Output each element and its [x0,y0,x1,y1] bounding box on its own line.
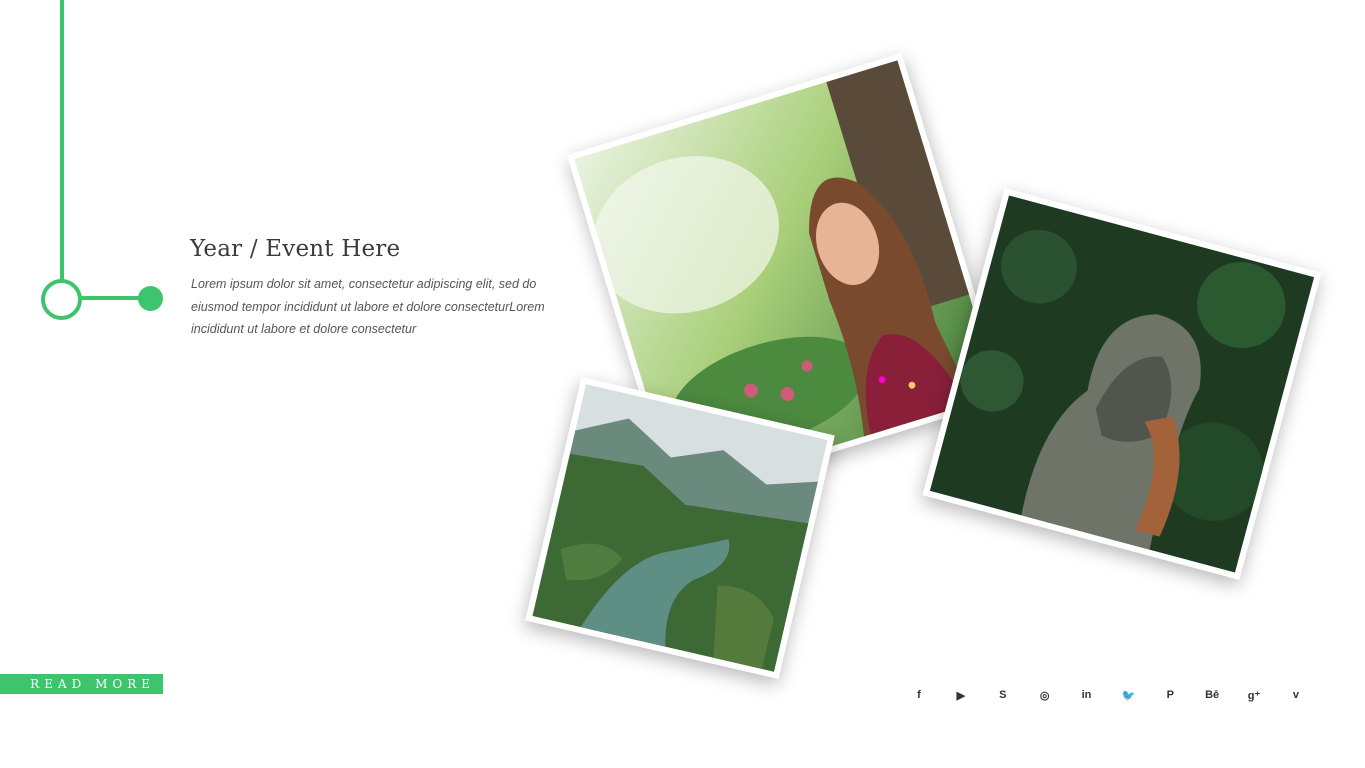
instagram-icon[interactable]: ◎ [1031,685,1059,705]
event-description: Lorem ipsum dolor sit amet, consectetur … [191,277,545,336]
timeline-ring-marker [41,279,82,320]
facebook-icon[interactable]: f [905,685,933,705]
read-more-button[interactable]: READ MORE [0,674,163,694]
event-title: Year / Event Here [190,236,401,262]
behance-icon[interactable]: Bē [1198,685,1226,705]
pinterest-icon[interactable]: P [1156,685,1184,705]
person-in-grey-hood-photo [922,187,1322,581]
twitter-icon[interactable]: 🐦 [1114,685,1142,705]
google-plus-icon[interactable]: g⁺ [1240,685,1268,705]
timeline-dot-marker [138,286,163,311]
vimeo-icon[interactable]: v [1282,685,1310,705]
youtube-icon[interactable]: ▶ [947,685,975,705]
timeline-line [60,0,64,280]
timeline-connector [80,296,142,300]
social-links: f ▶ S ◎ in 🐦 P Bē g⁺ v [905,685,1310,705]
linkedin-icon[interactable]: in [1073,685,1101,705]
skype-icon[interactable]: S [989,685,1017,705]
